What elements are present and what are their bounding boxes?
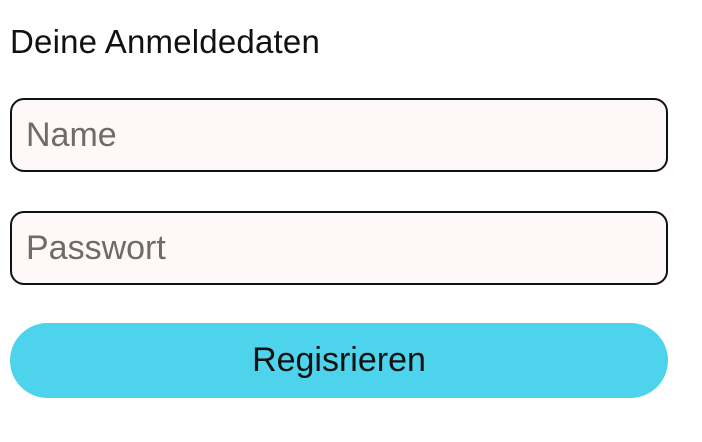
- name-input[interactable]: [10, 98, 668, 172]
- form-title: Deine Anmeldedaten: [10, 23, 320, 60]
- registration-form: Deine Anmeldedaten Regisrieren: [0, 0, 702, 442]
- register-button[interactable]: Regisrieren: [10, 323, 668, 398]
- password-input[interactable]: [10, 211, 668, 285]
